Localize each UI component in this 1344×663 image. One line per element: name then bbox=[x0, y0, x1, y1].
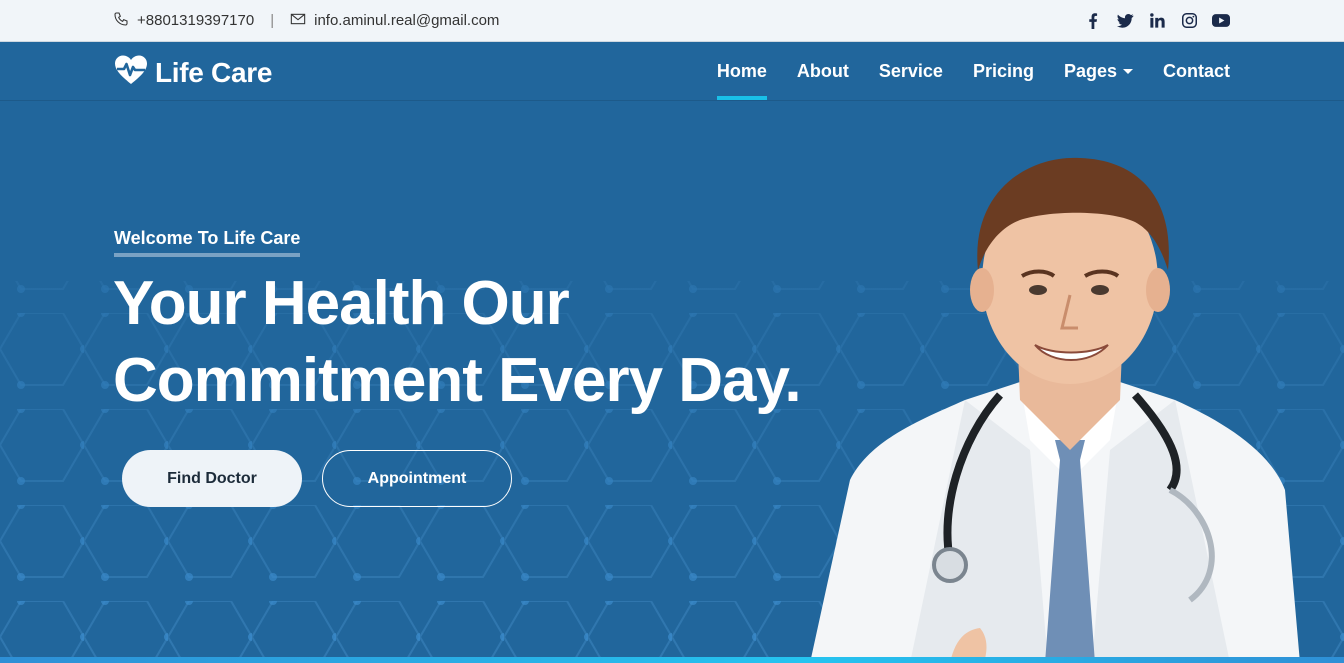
nav-item-about[interactable]: About bbox=[797, 42, 849, 100]
hero-headline-line-2: Commitment Every Day. bbox=[113, 346, 802, 415]
phone-number[interactable]: +8801319397170 bbox=[137, 12, 254, 29]
nav-item-contact[interactable]: Contact bbox=[1163, 42, 1230, 100]
instagram-icon[interactable] bbox=[1180, 12, 1198, 30]
doctor-image bbox=[810, 157, 1300, 663]
main-navbar: Life Care Home About Service Pricing Pag… bbox=[0, 42, 1344, 101]
separator: | bbox=[270, 12, 275, 29]
twitter-icon[interactable] bbox=[1116, 12, 1134, 30]
top-bar: +8801319397170 | info.aminul.real@gmail.… bbox=[0, 0, 1344, 42]
nav-item-pages-label: Pages bbox=[1063, 60, 1117, 81]
brand-logo[interactable]: Life Care bbox=[113, 54, 272, 91]
nav-item-home[interactable]: Home bbox=[716, 42, 767, 100]
appointment-button[interactable]: Appointment bbox=[322, 450, 512, 507]
find-doctor-button[interactable]: Find Doctor bbox=[122, 450, 302, 507]
nav-item-service[interactable]: Service bbox=[879, 42, 943, 100]
contact-info: +8801319397170 | info.aminul.real@gmail.… bbox=[113, 0, 499, 41]
email-address[interactable]: info.aminul.real@gmail.com bbox=[314, 12, 499, 29]
facebook-icon[interactable] bbox=[1084, 12, 1102, 30]
nav-item-pages[interactable]: Pages bbox=[1064, 42, 1133, 100]
social-links bbox=[1084, 0, 1230, 41]
email-icon bbox=[290, 12, 306, 30]
nav-menu: Home About Service Pricing Pages Contact bbox=[687, 42, 1230, 100]
phone-icon bbox=[113, 11, 129, 31]
hero-headline: Your Health Our Commitment Every Day. bbox=[113, 265, 802, 419]
heart-pulse-icon bbox=[113, 54, 149, 91]
linkedin-icon[interactable] bbox=[1148, 12, 1166, 30]
hero-bottom-accent bbox=[0, 657, 1344, 663]
hero-headline-line-1: Your Health Our bbox=[113, 269, 570, 338]
hero-kicker: Welcome To Life Care bbox=[114, 228, 301, 257]
brand-name: Life Care bbox=[155, 56, 273, 88]
caret-down-icon bbox=[1123, 68, 1133, 74]
nav-item-pricing[interactable]: Pricing bbox=[973, 42, 1034, 100]
youtube-icon[interactable] bbox=[1212, 12, 1230, 30]
